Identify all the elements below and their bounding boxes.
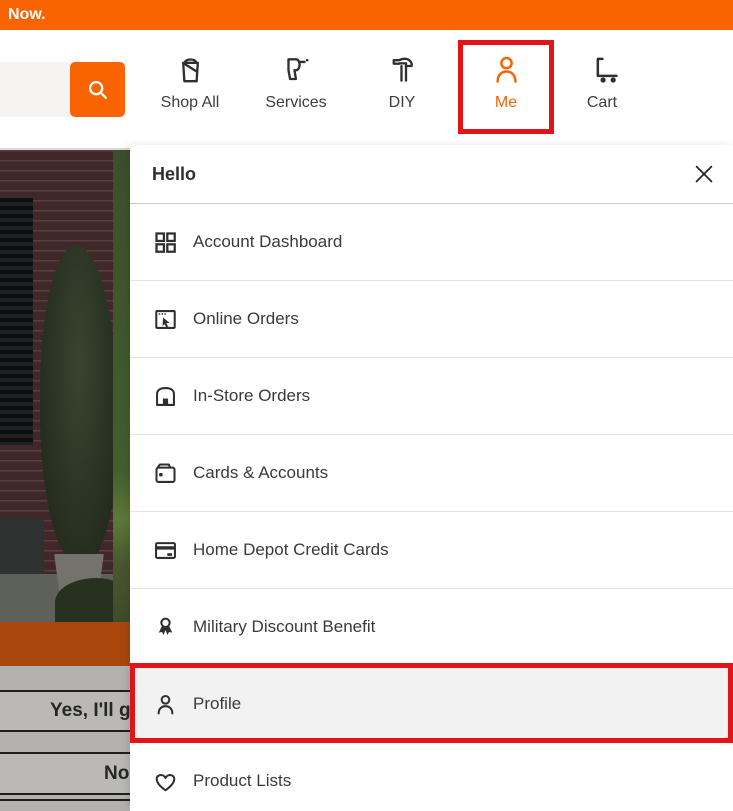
menu-item-in-store-orders[interactable]: In-Store Orders [130, 358, 733, 435]
menu-item-label: Online Orders [193, 309, 299, 329]
person-icon [489, 48, 524, 90]
survey-no-label: No [104, 763, 129, 785]
survey-divider [0, 799, 130, 801]
site-header: Shop All Services DIY [0, 30, 733, 145]
potted-tree [40, 245, 118, 563]
search-input[interactable] [0, 62, 70, 117]
menu-item-cards-accounts[interactable]: Cards & Accounts [130, 435, 733, 512]
promo-text: Now. [8, 0, 46, 29]
nav-label: DIY [389, 94, 416, 112]
home-depot-page: Now. Shop All [0, 0, 733, 811]
orange-banner [0, 622, 130, 666]
browser-cursor-icon [152, 306, 179, 333]
wallet-icon [152, 460, 179, 487]
credit-card-icon [152, 537, 179, 564]
menu-item-label: Military Discount Benefit [193, 617, 375, 637]
green-column [113, 150, 130, 622]
survey-dialog: Yes, I'll g No [0, 666, 130, 811]
menu-item-label: In-Store Orders [193, 386, 310, 406]
survey-yes-label: Yes, I'll g [50, 700, 130, 722]
close-button[interactable] [689, 159, 719, 189]
storefront-icon [152, 383, 179, 410]
nav-services[interactable]: Services [248, 48, 344, 140]
survey-no-button[interactable]: No [0, 752, 130, 795]
nav-me[interactable]: Me [458, 48, 554, 140]
menu-item-label: Profile [193, 694, 241, 714]
nav-label: Cart [587, 94, 617, 112]
menu-item-account-dashboard[interactable]: Account Dashboard [130, 204, 733, 281]
hammer-icon [385, 48, 420, 90]
medal-ribbon-icon [152, 614, 179, 641]
search-button[interactable] [70, 62, 125, 117]
nav-cart[interactable]: Cart [554, 48, 650, 140]
menu-item-label: Product Lists [193, 771, 291, 791]
dashboard-grid-icon [152, 229, 179, 256]
nav-label: Services [265, 94, 326, 112]
heart-icon [152, 768, 179, 795]
window-shutter [0, 198, 33, 445]
search-icon [85, 77, 111, 103]
menu-item-profile[interactable]: Profile [130, 666, 733, 743]
nav-shop-all[interactable]: Shop All [142, 48, 238, 140]
menu-item-online-orders[interactable]: Online Orders [130, 281, 733, 358]
account-flyout-menu: Hello Account Dashboard [130, 145, 733, 811]
dimmed-background-page: Yes, I'll g No [0, 145, 130, 811]
menu-item-label: Home Depot Credit Cards [193, 540, 389, 560]
menu-item-military-discount[interactable]: Military Discount Benefit [130, 589, 733, 666]
menu-item-label: Cards & Accounts [193, 463, 328, 483]
survey-yes-button[interactable]: Yes, I'll g [0, 690, 130, 732]
hero-photo [0, 150, 130, 622]
close-x-icon [692, 162, 716, 186]
hand-truck-icon [585, 48, 620, 90]
greeting-text: Hello [152, 164, 196, 185]
promo-bar: Now. [0, 0, 733, 30]
menu-item-label: Account Dashboard [193, 232, 342, 252]
drill-icon [279, 48, 314, 90]
menu-item-credit-cards[interactable]: Home Depot Credit Cards [130, 512, 733, 589]
bucket-icon [173, 48, 208, 90]
nav-label: Shop All [161, 94, 220, 112]
nav-diy[interactable]: DIY [354, 48, 450, 140]
nav-label: Me [495, 94, 517, 112]
flyout-header: Hello [130, 145, 733, 204]
menu-item-product-lists[interactable]: Product Lists [130, 743, 733, 811]
person-outline-icon [152, 691, 179, 718]
